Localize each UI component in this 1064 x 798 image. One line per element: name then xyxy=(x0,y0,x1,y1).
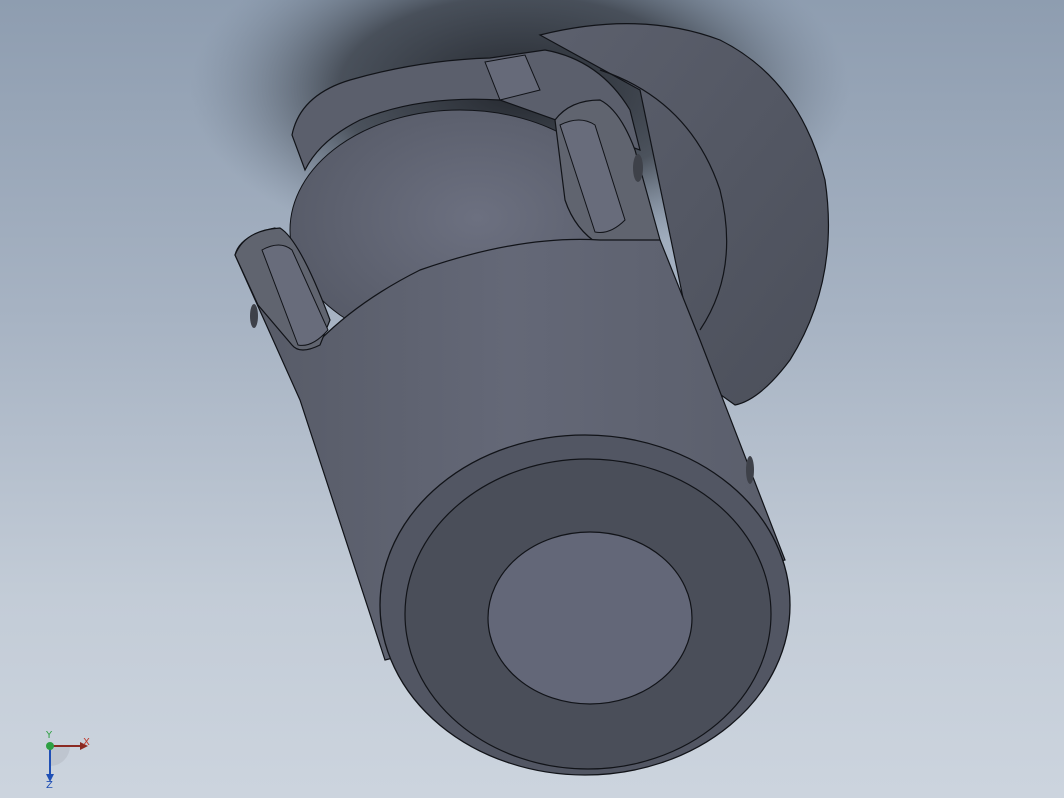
y-axis-label: Y xyxy=(45,730,53,741)
universal-joint-model[interactable] xyxy=(0,0,1064,798)
reference-triad: X Y Z xyxy=(45,730,90,788)
x-axis-label: X xyxy=(83,737,90,748)
body-side-hole xyxy=(746,456,754,484)
front-bore xyxy=(487,531,693,705)
left-pin-hole xyxy=(250,304,258,328)
right-pin-hole xyxy=(633,154,643,182)
triad-quadrant-shading xyxy=(50,746,70,766)
z-axis-label: Z xyxy=(46,780,53,788)
y-axis-dot xyxy=(46,742,54,750)
graphics-viewport[interactable]: X Y Z xyxy=(0,0,1064,798)
